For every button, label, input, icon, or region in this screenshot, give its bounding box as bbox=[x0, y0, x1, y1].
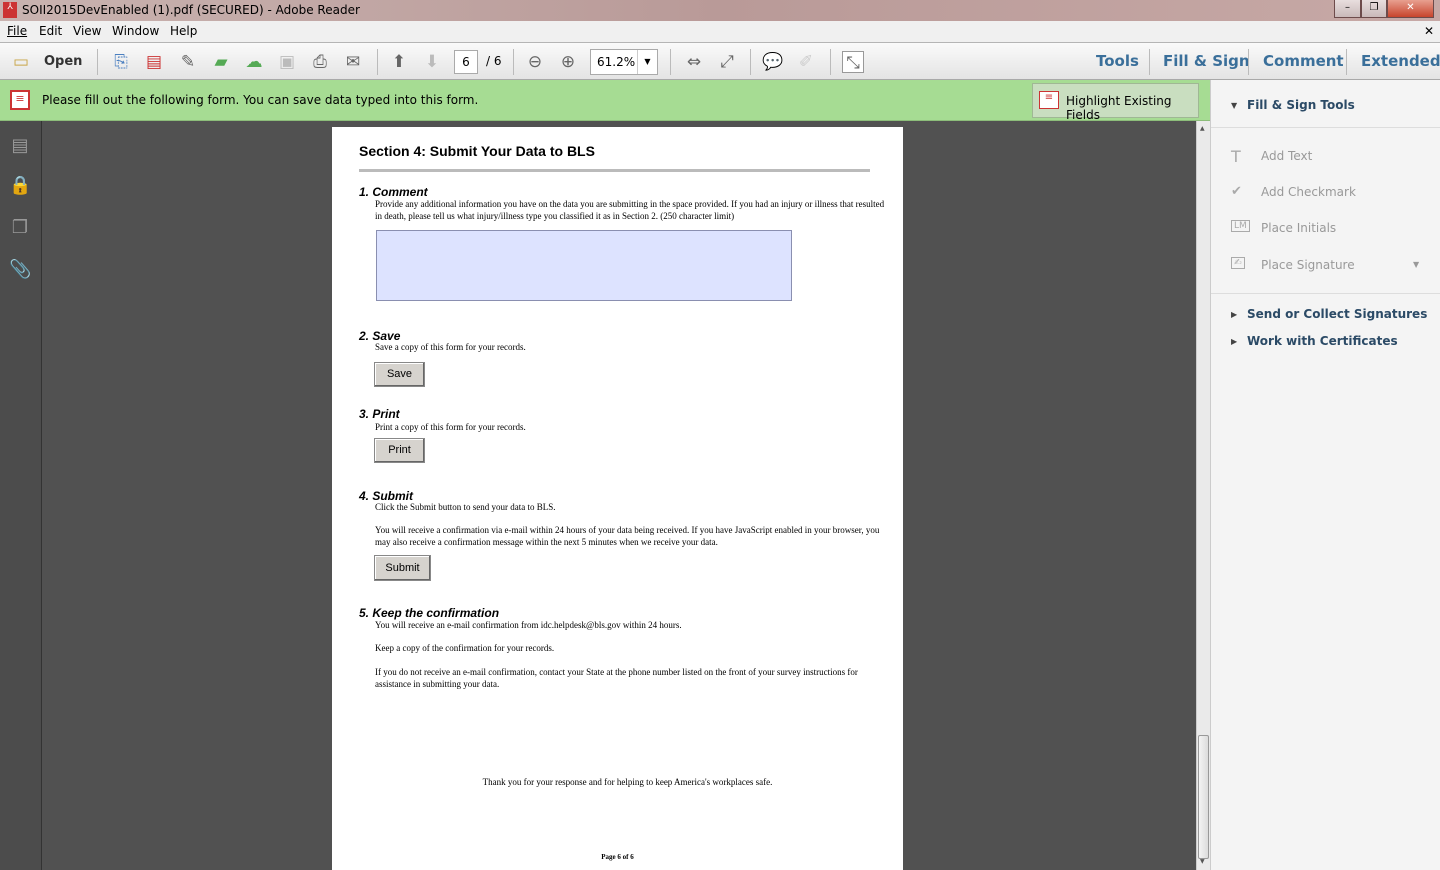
chevron-down-icon[interactable]: ▼ bbox=[637, 50, 657, 74]
comment-input[interactable] bbox=[376, 230, 792, 301]
send-collect-signatures-section[interactable]: Send or Collect Signatures bbox=[1247, 307, 1427, 321]
open-button[interactable]: Open bbox=[44, 54, 82, 69]
add-checkmark-tool[interactable]: Add Checkmark bbox=[1261, 185, 1356, 199]
page-total: / 6 bbox=[486, 54, 502, 68]
pdf-page: Section 4: Submit Your Data to BLS 1. Co… bbox=[332, 127, 903, 870]
checkmark-icon: ✔ bbox=[1231, 184, 1242, 199]
submit-instructions: Click the Submit button to send your dat… bbox=[375, 502, 556, 512]
comment-tab[interactable]: Comment bbox=[1263, 52, 1344, 70]
toolbar: ▭ Open ⎘ ▤ ✎ ▰ ☁ ▣ ⎙ ✉ ⬆ ⬇ 6 / 6 ⊖ ⊕ 61.… bbox=[0, 42, 1440, 80]
zoom-value: 61.2% bbox=[597, 55, 636, 69]
save-button[interactable]: Save bbox=[374, 362, 425, 387]
expanded-triangle-icon: ▼ bbox=[1231, 101, 1238, 110]
no-confirmation-text: If you do not receive an e-mail confirma… bbox=[375, 667, 858, 689]
email-icon[interactable]: ✉ bbox=[342, 51, 364, 73]
place-initials-tool[interactable]: Place Initials bbox=[1261, 221, 1336, 235]
fill-sign-tools-header[interactable]: Fill & Sign Tools bbox=[1247, 98, 1355, 112]
folder-open-icon[interactable]: ▭ bbox=[10, 51, 32, 73]
menu-bar: File Edit View Window Help ✕ bbox=[0, 21, 1440, 42]
menu-edit[interactable]: Edit bbox=[39, 24, 62, 38]
page-footer: Page 6 of 6 bbox=[601, 853, 634, 861]
form-notice-bar: ≡ Please fill out the following form. Yo… bbox=[0, 80, 1210, 121]
create-pdf-icon[interactable]: ⎘ bbox=[110, 51, 132, 73]
confirmation-heading: 5. Keep the confirmation bbox=[359, 606, 500, 620]
extended-tab[interactable]: Extended bbox=[1361, 52, 1440, 70]
close-button[interactable]: ✕ bbox=[1387, 0, 1434, 18]
pdf-icon: ⅄ bbox=[3, 2, 17, 18]
submit-button[interactable]: Submit bbox=[374, 555, 431, 581]
navigation-pane: ▤ 🔒 ❐ 📎 bbox=[0, 121, 42, 870]
print-icon[interactable]: ⎙ bbox=[309, 51, 331, 73]
menu-file[interactable]: File bbox=[7, 24, 27, 38]
scroll-up-icon[interactable]: ▲ bbox=[1200, 125, 1205, 132]
fit-width-icon[interactable]: ⇔ bbox=[683, 51, 705, 73]
tools-tab[interactable]: Tools bbox=[1096, 52, 1139, 70]
comment-heading: 1. Comment bbox=[359, 185, 428, 199]
restore-button[interactable]: ❐ bbox=[1361, 0, 1387, 18]
save-icon[interactable]: ▣ bbox=[276, 51, 298, 73]
minimize-button[interactable]: – bbox=[1334, 0, 1361, 18]
highlight-icon[interactable]: ✐ bbox=[795, 51, 817, 73]
print-heading: 3. Print bbox=[359, 407, 400, 421]
menu-view[interactable]: View bbox=[73, 24, 101, 38]
previous-page-icon[interactable]: ⬆ bbox=[388, 51, 410, 73]
title-bar: ⅄ SOII2015DevEnabled (1).pdf (SECURED) -… bbox=[0, 0, 1440, 21]
combine-icon[interactable]: ▤ bbox=[143, 51, 165, 73]
sticky-note-icon[interactable]: 💬 bbox=[762, 51, 784, 73]
scroll-thumb[interactable] bbox=[1198, 735, 1209, 859]
next-page-icon[interactable]: ⬇ bbox=[421, 51, 443, 73]
zoom-in-icon[interactable]: ⊕ bbox=[557, 51, 579, 73]
submit-confirmation-info: You will receive a confirmation via e-ma… bbox=[375, 525, 880, 547]
doc-close-button[interactable]: ✕ bbox=[1424, 24, 1434, 38]
highlight-fields-button[interactable]: ≡ Highlight Existing Fields bbox=[1032, 83, 1199, 122]
fit-page-icon[interactable]: ⤢ bbox=[716, 51, 738, 73]
comment-instructions: Provide any additional information you h… bbox=[375, 199, 885, 221]
notice-text: Please fill out the following form. You … bbox=[42, 93, 479, 107]
menu-help[interactable]: Help bbox=[170, 24, 197, 38]
keep-copy-text: Keep a copy of the confirmation for your… bbox=[375, 643, 555, 653]
fill-sign-panel: ▼ Fill & Sign Tools T Add Text ✔ Add Che… bbox=[1210, 80, 1440, 870]
highlight-fields-label: Highlight Existing Fields bbox=[1066, 94, 1172, 122]
fill-sign-tab[interactable]: Fill & Sign bbox=[1163, 52, 1250, 70]
initials-icon: LM bbox=[1231, 220, 1250, 232]
lock-icon[interactable]: 🔒 bbox=[9, 175, 31, 197]
page-thumbnails-icon[interactable]: ▤ bbox=[9, 135, 31, 157]
divider bbox=[359, 169, 870, 172]
signature-icon: ✍ bbox=[1231, 257, 1245, 269]
save-instructions: Save a copy of this form for your record… bbox=[375, 342, 526, 352]
collapsed-triangle-icon: ▶ bbox=[1231, 337, 1238, 346]
print-instructions: Print a copy of this form for your recor… bbox=[375, 422, 526, 432]
zoom-select[interactable]: 61.2% ▼ bbox=[590, 49, 658, 75]
chevron-down-icon[interactable]: ▼ bbox=[1413, 260, 1419, 269]
attachment-icon[interactable]: 📎 bbox=[9, 259, 31, 281]
place-signature-tool[interactable]: Place Signature bbox=[1261, 258, 1355, 272]
pages-icon[interactable]: ❐ bbox=[9, 217, 31, 239]
print-button[interactable]: Print bbox=[374, 438, 425, 463]
collapsed-triangle-icon: ▶ bbox=[1231, 310, 1238, 319]
section-title: Section 4: Submit Your Data to BLS bbox=[359, 143, 595, 159]
highlight-fields-icon: ≡ bbox=[1039, 91, 1059, 109]
zoom-out-icon[interactable]: ⊖ bbox=[524, 51, 546, 73]
edit-form-icon[interactable]: ✎ bbox=[177, 51, 199, 73]
share-folder-icon[interactable]: ▰ bbox=[210, 51, 232, 73]
thank-you-text: Thank you for your response and for help… bbox=[482, 777, 773, 787]
page-number-input[interactable]: 6 bbox=[454, 50, 478, 74]
full-screen-icon[interactable]: ⤡ bbox=[842, 51, 864, 73]
vertical-scrollbar[interactable]: ▲ ▼ bbox=[1196, 121, 1210, 870]
cloud-upload-icon[interactable]: ☁ bbox=[243, 51, 265, 73]
add-text-tool[interactable]: Add Text bbox=[1261, 149, 1312, 163]
form-icon: ≡ bbox=[10, 90, 30, 110]
work-with-certificates-section[interactable]: Work with Certificates bbox=[1247, 334, 1398, 348]
scroll-down-icon[interactable]: ▼ bbox=[1200, 858, 1205, 865]
menu-window[interactable]: Window bbox=[112, 24, 159, 38]
window-title: SOII2015DevEnabled (1).pdf (SECURED) - A… bbox=[22, 3, 360, 17]
text-icon: T bbox=[1231, 147, 1241, 166]
confirmation-email-text: You will receive an e-mail confirmation … bbox=[375, 620, 682, 630]
